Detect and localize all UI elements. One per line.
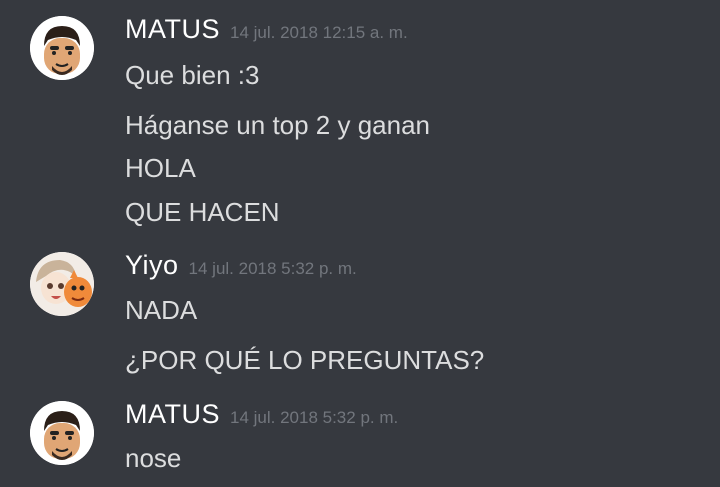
avatar[interactable] xyxy=(30,252,94,316)
username[interactable]: Yiyo xyxy=(125,250,179,280)
avatar[interactable] xyxy=(30,16,94,80)
chat-messages: MATUS 14 jul. 2018 12:15 a. m. Que bien :… xyxy=(0,0,720,487)
message-text: Que bien :3 xyxy=(125,60,260,90)
message-text: nose xyxy=(125,443,182,473)
mii-avatar-icon xyxy=(30,16,94,80)
message-text: Háganse un top 2 y ganan xyxy=(125,110,431,140)
message-text: HOLA xyxy=(125,153,196,183)
mii-avatar-icon xyxy=(30,401,94,465)
message-text: NADA xyxy=(125,295,198,325)
timestamp: 14 jul. 2018 12:15 a. m. xyxy=(230,23,408,42)
avatar[interactable] xyxy=(30,401,94,465)
username[interactable]: MATUS xyxy=(125,399,220,429)
message-text: QUE HACEN xyxy=(125,197,280,227)
username[interactable]: MATUS xyxy=(125,14,220,44)
anime-avatar-icon xyxy=(30,252,94,316)
timestamp: 14 jul. 2018 5:32 p. m. xyxy=(188,259,357,278)
message-text: ¿POR QUÉ LO PREGUNTAS? xyxy=(125,345,485,375)
timestamp: 14 jul. 2018 5:32 p. m. xyxy=(230,408,399,427)
